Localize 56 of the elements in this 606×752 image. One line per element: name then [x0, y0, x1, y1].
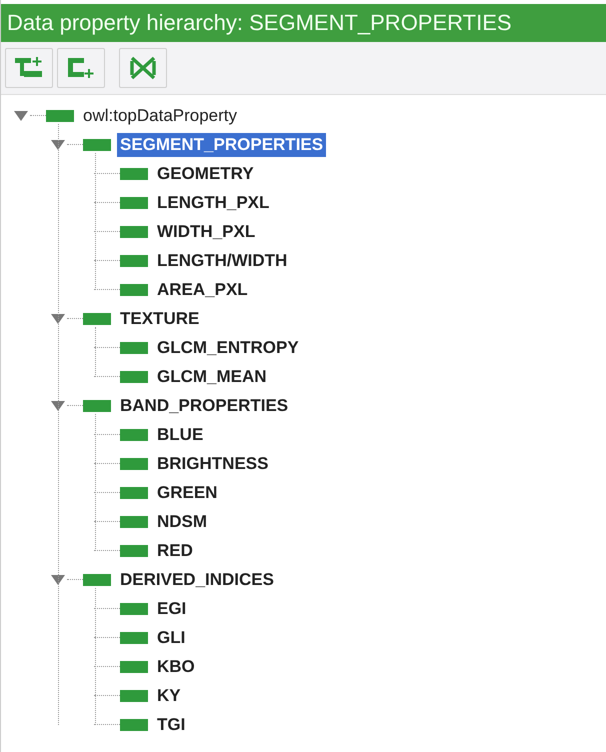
tree-item[interactable]: BLUE	[154, 422, 206, 446]
tree-item[interactable]: WIDTH_PXL	[154, 220, 258, 244]
tree-item[interactable]: GLCM_ENTROPY	[154, 336, 302, 360]
property-icon	[120, 284, 148, 296]
add-sibling-button[interactable]	[57, 48, 105, 88]
property-icon	[120, 602, 148, 614]
tree-item[interactable]: GEOMETRY	[154, 162, 257, 186]
property-icon	[120, 632, 148, 644]
tree-item[interactable]: GLI	[154, 626, 188, 650]
property-icon	[120, 428, 148, 440]
tree-item[interactable]: BRIGHTNESS	[154, 452, 272, 476]
property-icon	[120, 660, 148, 672]
tree-item[interactable]: GREEN	[154, 480, 220, 504]
tree-item[interactable]: TEXTURE	[117, 306, 202, 330]
property-icon	[120, 168, 148, 180]
add-subproperty-icon	[14, 56, 44, 80]
property-icon	[120, 370, 148, 382]
tree-item[interactable]: EGI	[154, 596, 190, 620]
property-icon	[120, 226, 148, 238]
tree-item[interactable]: LENGTH/WIDTH	[154, 248, 290, 272]
delete-button[interactable]	[119, 48, 167, 88]
expanded-triangle-icon[interactable]	[50, 138, 66, 150]
property-icon	[46, 110, 74, 122]
property-icon	[120, 342, 148, 354]
expanded-triangle-icon[interactable]	[13, 110, 29, 122]
property-icon	[120, 458, 148, 470]
tree-item[interactable]: DERIVED_INDICES	[117, 568, 277, 592]
property-icon	[120, 544, 148, 556]
expanded-triangle-icon[interactable]	[50, 312, 66, 324]
add-sub-button[interactable]	[5, 48, 53, 88]
property-icon	[120, 516, 148, 528]
tree-item[interactable]: SEGMENT_PROPERTIES	[117, 132, 326, 156]
property-icon	[120, 718, 148, 730]
property-icon	[83, 574, 111, 586]
property-icon	[83, 400, 111, 412]
tree-item[interactable]: LENGTH_PXL	[154, 190, 272, 214]
expanded-triangle-icon[interactable]	[50, 400, 66, 412]
property-icon	[120, 196, 148, 208]
add-sibling-icon	[66, 56, 96, 80]
expanded-triangle-icon[interactable]	[50, 574, 66, 586]
tree-item[interactable]: AREA_PXL	[154, 278, 251, 302]
tree-item[interactable]: owl:topDataProperty	[80, 104, 240, 128]
tree-item[interactable]: TGI	[154, 712, 188, 736]
property-icon	[83, 312, 111, 324]
property-icon	[120, 486, 148, 498]
panel-title: Data property hierarchy: SEGMENT_PROPERTIES	[1, 4, 606, 42]
tree-item[interactable]: KY	[154, 684, 184, 708]
tree-item[interactable]: RED	[154, 538, 196, 562]
property-icon	[120, 690, 148, 702]
tree-item[interactable]: GLCM_MEAN	[154, 364, 270, 388]
tree-item[interactable]: NDSM	[154, 510, 210, 534]
property-icon	[120, 254, 148, 266]
delete-icon	[128, 55, 158, 81]
property-icon	[83, 138, 111, 150]
tree-item[interactable]: KBO	[154, 654, 198, 678]
tree-item[interactable]: BAND_PROPERTIES	[117, 394, 292, 418]
